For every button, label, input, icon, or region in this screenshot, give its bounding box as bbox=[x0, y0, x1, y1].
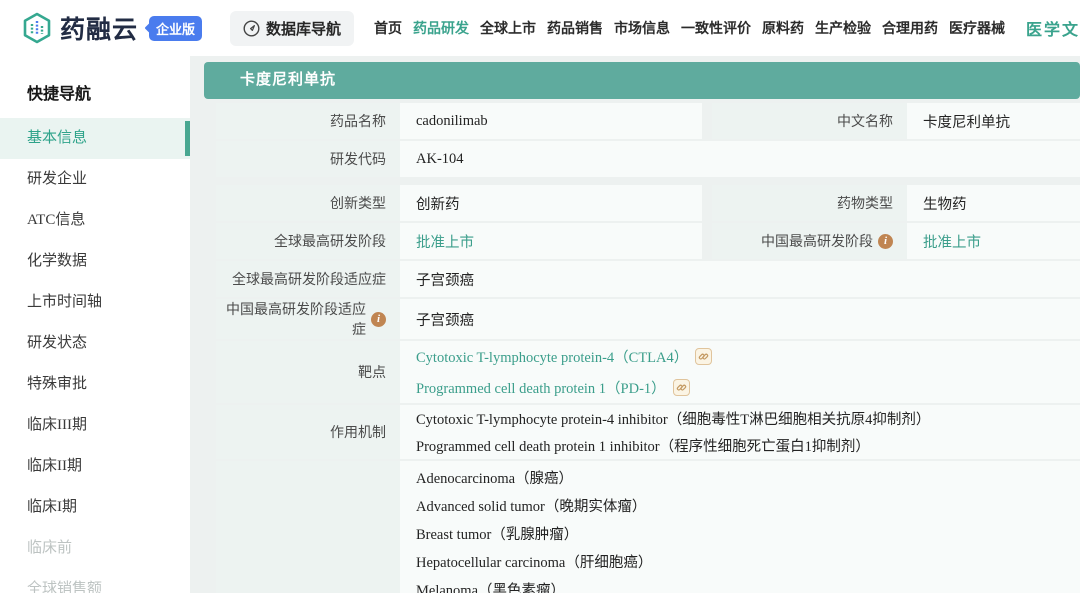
sidebar-item-preclinical[interactable]: 临床前 bbox=[0, 528, 190, 569]
database-nav-button[interactable]: 数据库导航 bbox=[230, 10, 355, 46]
field-label bbox=[216, 461, 400, 593]
sidebar-title: 快捷导航 bbox=[27, 86, 92, 103]
mechanism-line: Programmed cell death protein 1 inhibito… bbox=[416, 439, 870, 455]
sidebar-item-clinical-phase3[interactable]: 临床III期 bbox=[0, 405, 190, 446]
table-row: 药品名称 cadonilimab 中文名称 卡度尼利单抗 bbox=[216, 103, 1080, 139]
nav-item-api[interactable]: 原料药 bbox=[762, 18, 804, 38]
field-label: 中国最高研发阶段 i bbox=[712, 223, 907, 259]
sidebar-item-global-sales[interactable]: 全球销售额 bbox=[0, 569, 190, 593]
rd-code-value: AK-104 bbox=[400, 141, 1080, 177]
nav-item-home[interactable]: 首页 bbox=[374, 18, 402, 38]
target-link-ctla4[interactable]: Cytotoxic T-lymphocyte protein-4（CTLA4） bbox=[416, 346, 688, 367]
column-gap bbox=[702, 185, 712, 221]
table-row: 创新类型 创新药 药物类型 生物药 bbox=[216, 185, 1080, 221]
targets-value: Cytotoxic T-lymphocyte protein-4（CTLA4） … bbox=[400, 341, 1080, 403]
sidebar-item-atc-info[interactable]: ATC信息 bbox=[0, 200, 190, 241]
table-row: 作用机制 Cytotoxic T-lymphocyte protein-4 in… bbox=[216, 405, 1080, 459]
main-nav: 首页 药品研发 全球上市 药品销售 市场信息 一致性评价 原料药 生产检验 合理… bbox=[374, 16, 1080, 40]
innovation-type-value: 创新药 bbox=[400, 185, 702, 221]
sidebar-item-rd-status[interactable]: 研发状态 bbox=[0, 323, 190, 364]
global-stage-link[interactable]: 批准上市 bbox=[416, 231, 474, 252]
column-gap bbox=[702, 223, 712, 259]
china-stage-link[interactable]: 批准上市 bbox=[923, 231, 981, 252]
indication-line: Melanoma（黑色素瘤） bbox=[416, 582, 566, 593]
mechanism-value: Cytotoxic T-lymphocyte protein-4 inhibit… bbox=[400, 405, 1080, 459]
field-label: 全球最高研发阶段适应症 bbox=[216, 261, 400, 297]
field-label: 全球最高研发阶段 bbox=[216, 223, 400, 259]
indication-line: Adenocarcinoma（腺癌） bbox=[416, 470, 574, 487]
nav-item-global-launch[interactable]: 全球上市 bbox=[480, 18, 536, 38]
target-link-pd1[interactable]: Programmed cell death protein 1（PD-1） bbox=[416, 377, 666, 398]
cn-name-value: 卡度尼利单抗 bbox=[907, 103, 1080, 139]
sidebar-item-basic-info[interactable]: 基本信息 bbox=[0, 118, 190, 159]
indication-line: Hepatocellular carcinoma（肝细胞癌） bbox=[416, 554, 653, 571]
field-label-text: 中国最高研发阶段 bbox=[761, 235, 873, 250]
nav-item-rational-use[interactable]: 合理用药 bbox=[882, 18, 938, 38]
quick-nav-sidebar: 快捷导航 基本信息 研发企业 ATC信息 化学数据 上市时间轴 研发状态 特殊审… bbox=[0, 56, 190, 593]
external-link-icon[interactable] bbox=[695, 348, 713, 365]
field-label: 药品名称 bbox=[216, 103, 400, 139]
enterprise-edition-badge: 企业版 bbox=[149, 15, 203, 41]
medical-literature-search-link[interactable]: 医学文献检索 bbox=[1026, 16, 1080, 40]
compass-icon bbox=[243, 19, 260, 37]
table-row: 靶点 Cytotoxic T-lymphocyte protein-4（CTLA… bbox=[216, 341, 1080, 403]
field-label: 药物类型 bbox=[712, 185, 907, 221]
info-icon[interactable]: i bbox=[371, 311, 386, 327]
sidebar-item-rd-companies[interactable]: 研发企业 bbox=[0, 159, 190, 200]
topbar: 药融云 企业版 数据库导航 首页 药品研发 全球上市 药品销售 市场信息 一致性… bbox=[0, 0, 1080, 56]
indication-line: Advanced solid tumor（晚期实体瘤） bbox=[416, 498, 647, 515]
indications-value: Adenocarcinoma（腺癌） Advanced solid tumor（… bbox=[400, 461, 1080, 593]
page-body: 快捷导航 基本信息 研发企业 ATC信息 化学数据 上市时间轴 研发状态 特殊审… bbox=[0, 56, 1080, 593]
hexagon-chart-logo-icon bbox=[22, 12, 52, 44]
table-row: 研发代码 AK-104 bbox=[216, 141, 1080, 177]
mechanism-line: Cytotoxic T-lymphocyte protein-4 inhibit… bbox=[416, 412, 931, 428]
brand-logo[interactable]: 药融云 企业版 bbox=[22, 10, 203, 46]
nav-item-drug-sales[interactable]: 药品销售 bbox=[547, 18, 603, 38]
field-label: 创新类型 bbox=[216, 185, 400, 221]
drug-type-value: 生物药 bbox=[907, 185, 1080, 221]
nav-item-drug-rd[interactable]: 药品研发 bbox=[413, 18, 469, 38]
basic-info-table: 药品名称 cadonilimab 中文名称 卡度尼利单抗 研发代码 AK-104… bbox=[216, 103, 1080, 593]
field-label: 中国最高研发阶段适应症 i bbox=[216, 299, 400, 339]
column-gap bbox=[702, 103, 712, 139]
sidebar-item-clinical-phase1[interactable]: 临床I期 bbox=[0, 487, 190, 528]
info-icon[interactable]: i bbox=[878, 233, 893, 249]
field-label: 靶点 bbox=[216, 341, 400, 403]
field-label: 中文名称 bbox=[712, 103, 907, 139]
field-label-text: 中国最高研发阶段适应症 bbox=[226, 303, 366, 338]
table-row: 中国最高研发阶段适应症 i 子宫颈癌 bbox=[216, 299, 1080, 339]
indication-line: Breast tumor（乳腺肿瘤） bbox=[416, 526, 579, 543]
nav-item-production-inspection[interactable]: 生产检验 bbox=[815, 18, 871, 38]
nav-item-medical-devices[interactable]: 医疗器械 bbox=[949, 18, 1005, 38]
main-content: 卡度尼利单抗 药品名称 cadonilimab 中文名称 卡度尼利单抗 研发代码… bbox=[190, 56, 1080, 593]
nav-item-consistency-eval[interactable]: 一致性评价 bbox=[681, 18, 751, 38]
table-row: 全球最高研发阶段适应症 子宫颈癌 bbox=[216, 261, 1080, 297]
china-indication-value: 子宫颈癌 bbox=[400, 299, 1080, 339]
brand-name: 药融云 bbox=[60, 17, 139, 44]
sidebar-item-chemical-data[interactable]: 化学数据 bbox=[0, 241, 190, 282]
field-label: 作用机制 bbox=[216, 405, 400, 459]
sidebar-item-clinical-phase2[interactable]: 临床II期 bbox=[0, 446, 190, 487]
nav-item-market-info[interactable]: 市场信息 bbox=[614, 18, 670, 38]
external-link-icon[interactable] bbox=[672, 379, 690, 396]
drug-title-bar: 卡度尼利单抗 bbox=[204, 62, 1080, 99]
sidebar-item-special-approval[interactable]: 特殊审批 bbox=[0, 364, 190, 405]
global-indication-value: 子宫颈癌 bbox=[400, 261, 1080, 297]
database-nav-label: 数据库导航 bbox=[266, 21, 342, 38]
table-row: Adenocarcinoma（腺癌） Advanced solid tumor（… bbox=[216, 461, 1080, 593]
drug-name-value: cadonilimab bbox=[400, 103, 702, 139]
field-label: 研发代码 bbox=[216, 141, 400, 177]
sidebar-item-launch-timeline[interactable]: 上市时间轴 bbox=[0, 282, 190, 323]
table-row: 全球最高研发阶段 批准上市 中国最高研发阶段 i 批准上市 bbox=[216, 223, 1080, 259]
